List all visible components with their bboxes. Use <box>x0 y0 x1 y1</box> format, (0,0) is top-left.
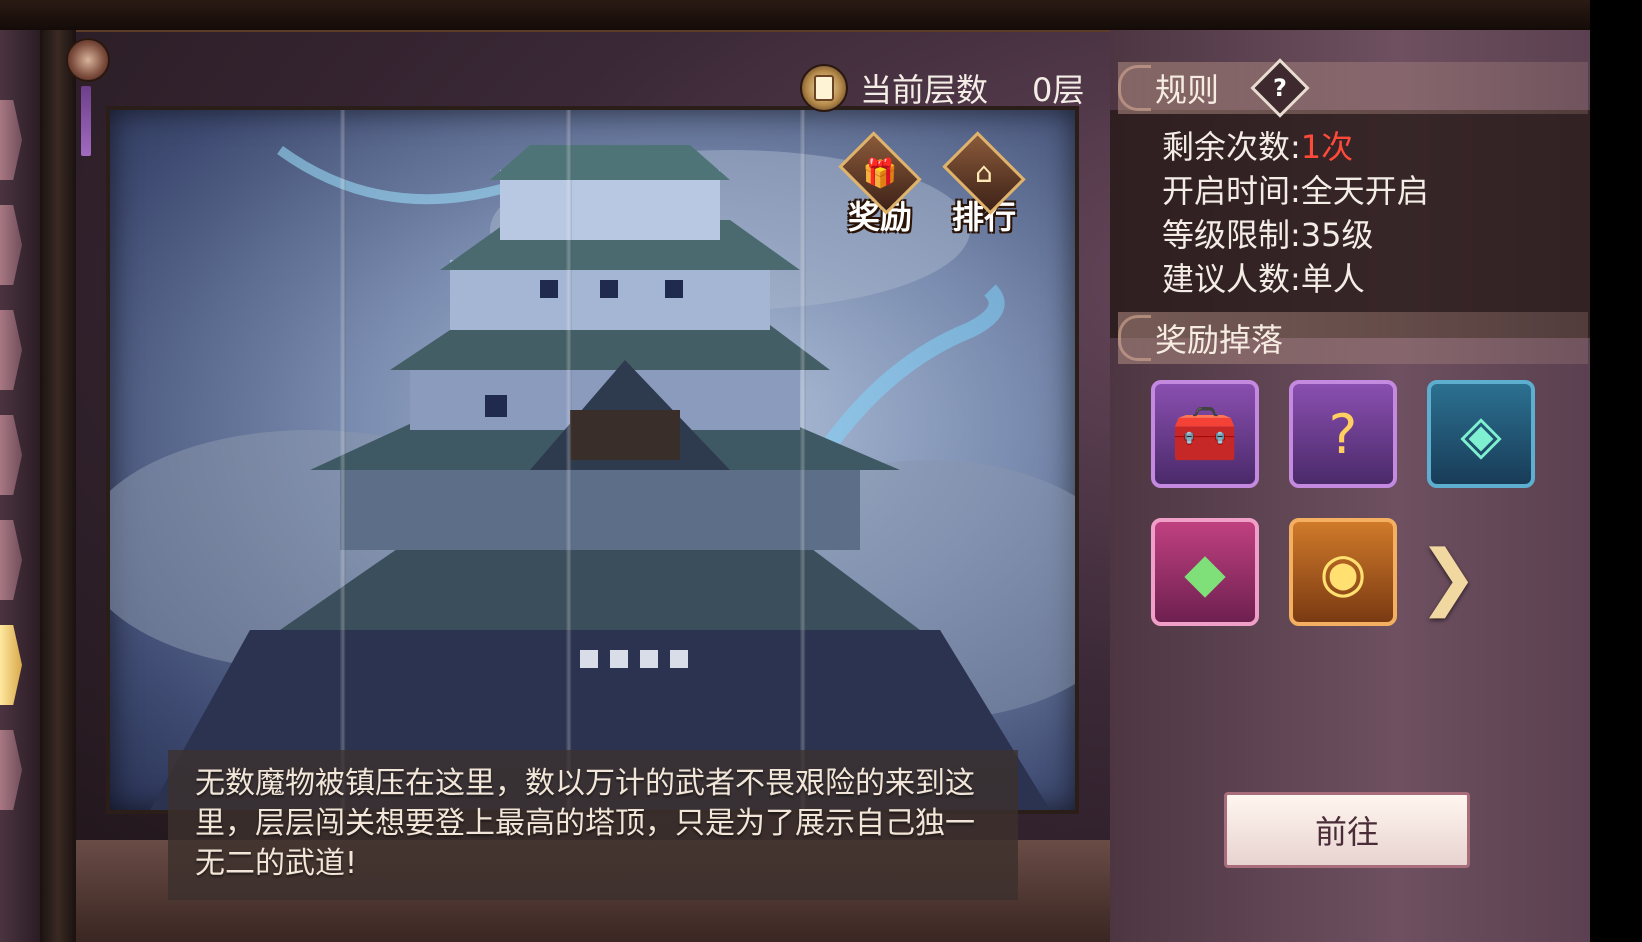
lantern-cap <box>66 38 110 82</box>
current-floor-value: 0层 <box>1032 71 1085 109</box>
letterbox-edge <box>1590 0 1642 942</box>
rank-button[interactable]: ⌂ 排行 <box>935 131 1033 238</box>
mystery-orb-icon[interactable]: ? <box>1289 380 1397 488</box>
reward-button[interactable]: 🎁 奖励 <box>831 131 929 238</box>
left-tab-2[interactable] <box>0 205 22 285</box>
remaining-label: 剩余次数: <box>1162 128 1301 166</box>
current-floor-display: 当前层数 0层 <box>800 60 1100 116</box>
left-tab-7[interactable] <box>0 730 22 810</box>
swirl-ornament-icon <box>1118 65 1151 111</box>
castle-illustration <box>110 145 1075 810</box>
screen-fold-3 <box>800 110 806 810</box>
lantern-tassel <box>81 86 91 156</box>
help-icon[interactable]: ? <box>1250 58 1310 118</box>
tower-painting <box>110 110 1075 810</box>
treasure-chest-icon[interactable]: 🧰 <box>1151 380 1259 488</box>
left-tab-5[interactable] <box>0 520 22 600</box>
rules-title: 规则 <box>1155 71 1220 109</box>
swirl-ornament-icon <box>1118 315 1151 361</box>
drops-title: 奖励掉落 <box>1155 321 1284 359</box>
left-tab-rail <box>0 30 40 942</box>
screen-fold-1 <box>340 110 346 810</box>
level-limit-row: 等级限制:35级 <box>1162 216 1374 254</box>
current-floor-label: 当前层数 <box>860 71 989 109</box>
hanging-lantern <box>66 38 110 168</box>
left-tab-1[interactable] <box>0 100 22 180</box>
screen-fold-2 <box>566 110 572 810</box>
remaining-attempts-row: 剩余次数:1次 <box>1162 122 1353 168</box>
drops-header: 奖励掉落 <box>1118 310 1283 366</box>
scroll-icon <box>800 64 848 112</box>
remaining-value: 1次 <box>1300 128 1354 166</box>
left-tab-6-active[interactable] <box>0 625 22 705</box>
left-tab-4[interactable] <box>0 415 22 495</box>
next-page-arrow-icon[interactable]: ❯ <box>1418 534 1478 618</box>
gold-coin-icon[interactable]: ◉ <box>1289 518 1397 626</box>
go-button[interactable]: 前往 <box>1224 792 1470 868</box>
rules-header: 规则 ? <box>1118 58 1310 118</box>
description-text: 无数魔物被镇压在这里，数以万计的武者不畏艰险的来到这里，层层闯关想要登上最高的塔… <box>195 766 975 881</box>
top-wooden-beam <box>0 0 1590 32</box>
game-stage: 当前层数 0层 🎁 奖励 ⌂ 排行 无数魔物被镇压在这里，数以万计的武者不畏艰险… <box>0 0 1642 942</box>
open-time-row: 开启时间:全天开启 <box>1162 172 1429 210</box>
jade-talisman-icon[interactable]: ◈ <box>1427 380 1535 488</box>
green-crystal-icon[interactable]: ◆ <box>1151 518 1259 626</box>
recommended-players-row: 建议人数:单人 <box>1162 260 1365 298</box>
left-tab-3[interactable] <box>0 310 22 390</box>
